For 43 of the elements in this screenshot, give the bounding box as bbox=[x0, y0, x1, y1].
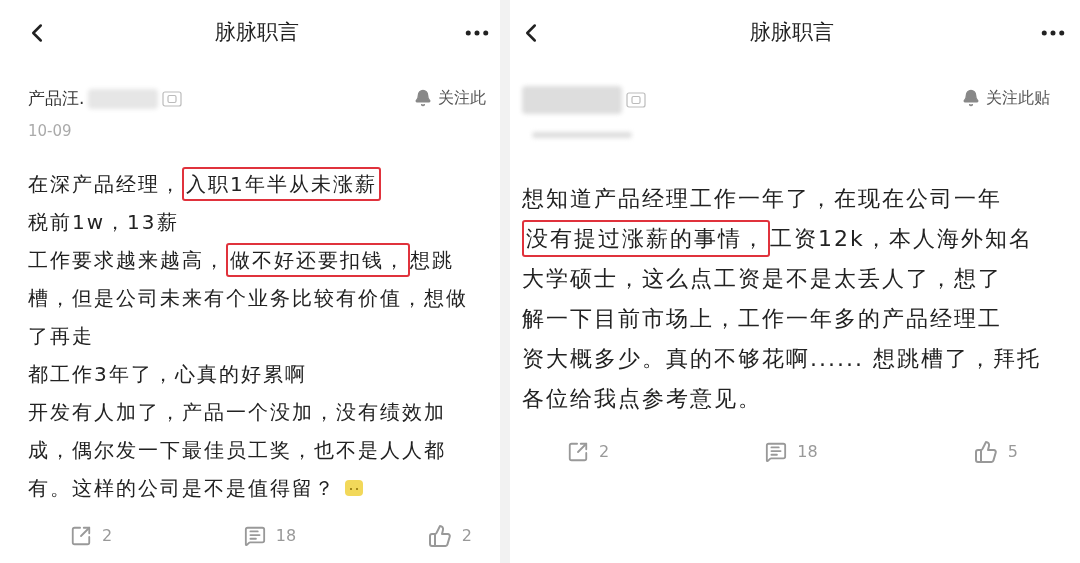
post-text: 在深产品经理， bbox=[28, 171, 182, 198]
like-button[interactable]: 5 bbox=[973, 440, 1018, 464]
post-text: 想知道产品经理工作一年了，在现在公司一年 bbox=[522, 184, 1002, 213]
author-name: 产品汪. bbox=[28, 87, 85, 110]
post-text: 各位给我点参考意见。 bbox=[522, 384, 762, 413]
post-text: 工资12k，本人海外知名 bbox=[770, 224, 1033, 253]
post-text: 税前1w，13薪 bbox=[28, 209, 179, 236]
post-text: 有。这样的公司是不是值得留？ bbox=[28, 475, 336, 502]
highlighted-text: 做不好还要扣钱， bbox=[226, 243, 410, 277]
follow-button[interactable]: 关注此 bbox=[414, 86, 486, 110]
post-text: 成，偶尔发一下最佳员工奖，也不是人人都 bbox=[28, 437, 446, 464]
post-text: 大学硕士，这么点工资是不是太丢人了，想了 bbox=[522, 264, 1002, 293]
id-badge-icon bbox=[626, 92, 646, 108]
id-badge-icon bbox=[162, 90, 183, 107]
share-icon bbox=[567, 441, 589, 463]
like-button[interactable]: 2 bbox=[427, 524, 472, 548]
post-text: 开发有人加了，产品一个没加，没有绩效加 bbox=[28, 399, 446, 426]
bell-icon bbox=[962, 89, 980, 107]
emoji-icon bbox=[344, 479, 364, 497]
thumbs-up-icon bbox=[973, 440, 998, 464]
comment-button[interactable]: 18 bbox=[765, 440, 818, 464]
comment-icon bbox=[765, 441, 788, 463]
highlighted-text: 没有提过涨薪的事情， bbox=[522, 219, 770, 257]
share-icon bbox=[70, 525, 92, 547]
blurred-name bbox=[88, 88, 159, 109]
follow-button[interactable]: 关注此贴 bbox=[962, 86, 1050, 110]
page-title: 脉脉职言 bbox=[750, 19, 834, 47]
comment-icon bbox=[243, 525, 266, 547]
share-button[interactable]: 2 bbox=[567, 440, 610, 464]
post-text: 槽，但是公司未来有个业务比较有价值，想做 bbox=[28, 285, 468, 312]
post-text: 了再走 bbox=[28, 323, 94, 350]
post-text: 解一下目前市场上，工作一年多的产品经理工 bbox=[522, 304, 1002, 333]
post-text: 工作要求越来越高， bbox=[28, 247, 226, 274]
thumbs-up-icon bbox=[427, 524, 452, 548]
post-text: 想跳 bbox=[410, 247, 454, 274]
highlighted-text: 入职1年半从未涨薪 bbox=[182, 167, 381, 201]
post-text: 都工作3年了，心真的好累啊 bbox=[28, 361, 307, 388]
comment-button[interactable]: 18 bbox=[243, 524, 297, 548]
bell-icon bbox=[414, 89, 432, 107]
post-text: 资大概多少。真的不够花啊...... 想跳槽了，拜托 bbox=[522, 344, 1041, 373]
share-button[interactable]: 2 bbox=[70, 524, 113, 548]
post-date: 10-09 bbox=[28, 120, 73, 142]
page-title: 脉脉职言 bbox=[215, 19, 299, 47]
